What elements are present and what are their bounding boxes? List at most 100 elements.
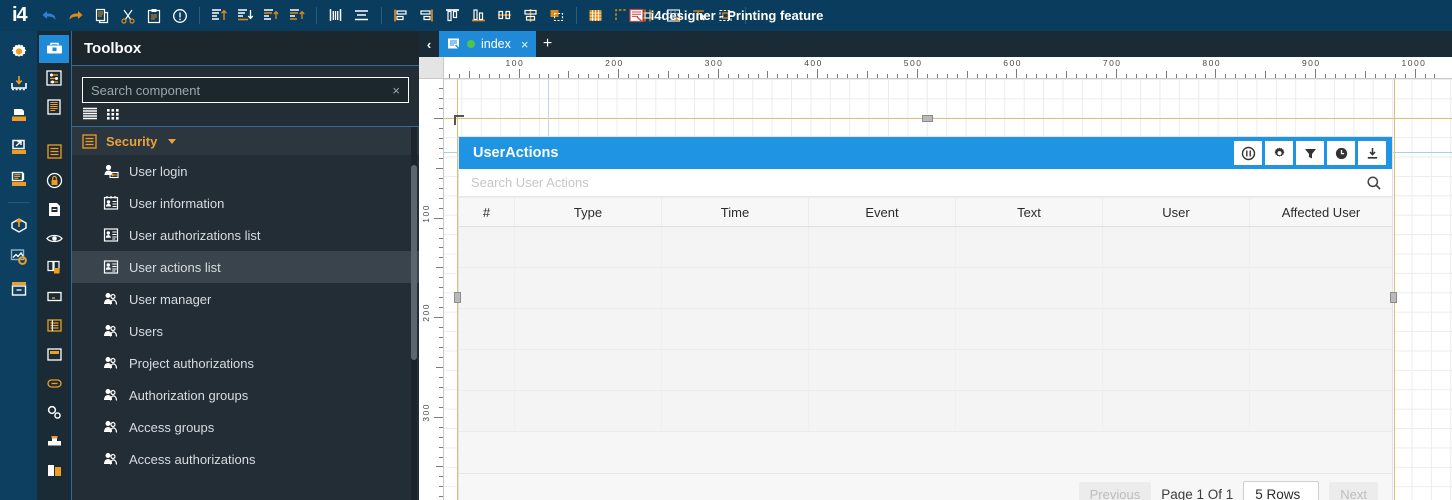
widget-search-row[interactable]: Search User Actions bbox=[459, 169, 1392, 197]
align-top-icon[interactable] bbox=[206, 3, 232, 29]
toolbox-item-authorization-groups[interactable]: Authorization groups bbox=[72, 379, 419, 411]
design-canvas[interactable]: UserActions Search User Actions # Type T… bbox=[444, 79, 1452, 500]
copy-icon[interactable] bbox=[89, 3, 115, 29]
distribute-horizontal-icon[interactable] bbox=[492, 3, 518, 29]
rows-per-page-select[interactable]: 5 Rows bbox=[1243, 481, 1320, 500]
clock-icon[interactable] bbox=[1327, 141, 1355, 165]
align-top-edges-icon[interactable] bbox=[440, 3, 466, 29]
grid-settings-icon[interactable] bbox=[661, 3, 687, 29]
column-header-user[interactable]: User bbox=[1103, 198, 1250, 226]
columns-toggle-icon[interactable] bbox=[1234, 141, 1262, 165]
clear-search-icon[interactable]: × bbox=[390, 83, 402, 98]
list-view-icon[interactable] bbox=[82, 107, 98, 121]
eye-category-icon[interactable] bbox=[39, 224, 69, 252]
bring-front-icon[interactable] bbox=[544, 3, 570, 29]
link-category-icon[interactable] bbox=[39, 369, 69, 397]
center-horizontal-icon[interactable] bbox=[518, 3, 544, 29]
toolbox-group-security[interactable]: Security bbox=[72, 127, 419, 155]
toolbox-item-user-login[interactable]: User login bbox=[72, 155, 419, 187]
grid-icon[interactable] bbox=[583, 3, 609, 29]
pointer-guide-icon[interactable] bbox=[687, 3, 713, 29]
column-header-type[interactable]: Type bbox=[515, 198, 662, 226]
column-header-event[interactable]: Event bbox=[809, 198, 956, 226]
toolbox-item-users[interactable]: Users bbox=[72, 315, 419, 347]
publish-icon[interactable] bbox=[4, 210, 34, 240]
gear-icon[interactable] bbox=[1265, 141, 1293, 165]
resize-handle-right[interactable] bbox=[1390, 292, 1397, 303]
align-right-icon[interactable] bbox=[414, 3, 440, 29]
structure-icon[interactable] bbox=[39, 93, 69, 121]
align-bottom-icon[interactable] bbox=[232, 3, 258, 29]
previous-page-button[interactable]: Previous bbox=[1078, 481, 1152, 500]
cut-icon[interactable] bbox=[115, 3, 141, 29]
lock-category-icon[interactable] bbox=[39, 166, 69, 194]
align-middle-icon[interactable] bbox=[258, 3, 284, 29]
close-icon[interactable]: × bbox=[521, 37, 529, 52]
table-row[interactable] bbox=[459, 268, 1392, 309]
table-cell bbox=[809, 227, 956, 267]
toolbox-icon[interactable] bbox=[39, 35, 69, 63]
search-icon[interactable] bbox=[1366, 175, 1382, 191]
redo-icon[interactable] bbox=[63, 3, 89, 29]
snap-corner-icon[interactable] bbox=[609, 3, 635, 29]
toolbox-item-access-groups[interactable]: Access groups bbox=[72, 411, 419, 443]
table-category-icon[interactable] bbox=[39, 311, 69, 339]
list-category-icon[interactable] bbox=[39, 137, 69, 165]
reports-icon[interactable] bbox=[4, 165, 34, 195]
paste-icon[interactable] bbox=[141, 3, 167, 29]
toolbox-item-user-manager[interactable]: User manager bbox=[72, 283, 419, 315]
table-row[interactable] bbox=[459, 391, 1392, 432]
snap-grid-icon[interactable] bbox=[635, 3, 661, 29]
button-category-icon[interactable] bbox=[39, 282, 69, 310]
user-actions-widget[interactable]: UserActions Search User Actions # Type T… bbox=[458, 136, 1393, 500]
horizontal-ruler[interactable]: 100 200 300 400 500 600 700 800 900 1000 bbox=[419, 57, 1452, 79]
toolbox-scrollbar-thumb[interactable] bbox=[411, 165, 417, 360]
vertical-ruler[interactable]: 100200300400 bbox=[419, 79, 444, 500]
settings-icon[interactable] bbox=[4, 37, 34, 67]
toolbox-item-user-information[interactable]: User information bbox=[72, 187, 419, 219]
toolbox-item-user-authorizations-list[interactable]: User authorizations list bbox=[72, 219, 419, 251]
panel-category-icon[interactable] bbox=[39, 340, 69, 368]
tab-scroll-left-icon[interactable]: ‹ bbox=[419, 31, 439, 57]
table-row[interactable] bbox=[459, 350, 1392, 391]
same-height-icon[interactable] bbox=[349, 3, 375, 29]
next-page-button[interactable]: Next bbox=[1329, 481, 1378, 500]
add-tab-icon[interactable]: + bbox=[536, 31, 558, 57]
align-bottom-edges-icon[interactable] bbox=[466, 3, 492, 29]
toolbox-item-user-actions-list[interactable]: User actions list bbox=[72, 251, 419, 283]
table-row[interactable] bbox=[459, 227, 1392, 268]
device-category-icon[interactable] bbox=[39, 456, 69, 484]
select-all-icon[interactable] bbox=[713, 3, 739, 29]
chevron-down-icon[interactable] bbox=[168, 139, 177, 144]
column-header-text[interactable]: Text bbox=[956, 198, 1103, 226]
filter-icon[interactable] bbox=[1296, 141, 1324, 165]
column-header-time[interactable]: Time bbox=[662, 198, 809, 226]
toolbox-item-access-authorizations[interactable]: Access authorizations bbox=[72, 443, 419, 475]
printer-icon[interactable] bbox=[4, 101, 34, 131]
image-settings-icon[interactable] bbox=[4, 242, 34, 272]
import-icon[interactable] bbox=[4, 69, 34, 99]
toolbox-item-project-authorizations[interactable]: Project authorizations bbox=[72, 347, 419, 379]
grid-view-icon[interactable] bbox=[106, 107, 122, 121]
resize-handle-top[interactable] bbox=[922, 115, 933, 122]
export-icon[interactable] bbox=[4, 133, 34, 163]
toolbox-search-box[interactable]: × bbox=[82, 77, 409, 103]
same-width-icon[interactable] bbox=[323, 3, 349, 29]
undo-icon[interactable] bbox=[37, 3, 63, 29]
gears-category-icon[interactable] bbox=[39, 398, 69, 426]
distribute-vertical-icon[interactable] bbox=[284, 3, 310, 29]
column-header-affected-user[interactable]: Affected User bbox=[1250, 198, 1392, 226]
books-category-icon[interactable] bbox=[39, 253, 69, 281]
archive-icon[interactable] bbox=[4, 274, 34, 304]
resize-handle-left[interactable] bbox=[454, 292, 461, 303]
tab-index[interactable]: index × bbox=[439, 31, 537, 57]
column-header-index[interactable]: # bbox=[459, 198, 515, 226]
search-input[interactable] bbox=[91, 82, 391, 98]
align-left-icon[interactable] bbox=[388, 3, 414, 29]
download-icon[interactable] bbox=[1358, 141, 1386, 165]
document-category-icon[interactable] bbox=[39, 195, 69, 223]
machine-category-icon[interactable] bbox=[39, 427, 69, 455]
info-icon[interactable] bbox=[167, 3, 193, 29]
properties-icon[interactable] bbox=[39, 64, 69, 92]
table-row[interactable] bbox=[459, 309, 1392, 350]
